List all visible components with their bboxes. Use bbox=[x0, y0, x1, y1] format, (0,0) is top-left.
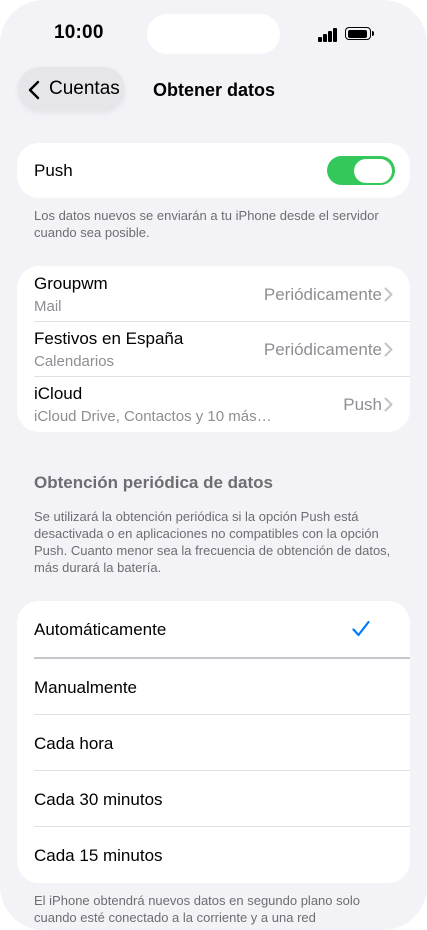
option-hourly[interactable]: Cada hora bbox=[17, 715, 410, 771]
account-fetch-value: Push bbox=[343, 395, 382, 414]
chevron-right-icon bbox=[384, 342, 393, 357]
option-manual[interactable]: Manualmente bbox=[17, 658, 410, 714]
back-button-label: Cuentas bbox=[49, 78, 120, 99]
account-row-festivos[interactable]: Festivos en España Calendarios Periódica… bbox=[17, 322, 410, 377]
chevron-right-icon bbox=[384, 287, 393, 302]
option-label: Cada hora bbox=[34, 734, 114, 753]
account-subtitle: iCloud Drive, Contactos y 10 más… bbox=[34, 408, 272, 425]
account-name: Festivos en España bbox=[34, 329, 184, 348]
phone-screen: 10:00 Cuentas Obtener datos Push Los dat… bbox=[0, 0, 427, 930]
option-30-min[interactable]: Cada 30 minutos bbox=[17, 771, 410, 827]
account-name: Groupwm bbox=[34, 274, 108, 293]
push-toggle[interactable] bbox=[327, 156, 395, 185]
push-footnote: Los datos nuevos se enviarán a tu iPhone… bbox=[34, 208, 379, 240]
section-header: Obtención periódica de datos bbox=[34, 473, 273, 492]
periodic-footer: El iPhone obtendrá nuevos datos en segun… bbox=[34, 893, 360, 925]
accounts-list: Groupwm Mail Periódicamente Festivos en … bbox=[17, 266, 410, 432]
battery-icon bbox=[345, 27, 377, 42]
signal-icon bbox=[318, 28, 340, 42]
account-subtitle: Mail bbox=[34, 298, 62, 315]
back-button[interactable]: Cuentas bbox=[18, 67, 125, 111]
checkmark-icon bbox=[352, 620, 370, 637]
account-name: iCloud bbox=[34, 384, 83, 403]
account-fetch-value: Periódicamente bbox=[263, 285, 382, 304]
option-label: Manualmente bbox=[34, 678, 138, 697]
option-label: Cada 15 minutos bbox=[34, 846, 163, 865]
chevron-left-icon bbox=[28, 80, 40, 100]
page-title: Obtener datos bbox=[153, 80, 276, 100]
option-label: Cada 30 minutos bbox=[34, 790, 163, 809]
account-subtitle: Calendarios bbox=[34, 353, 115, 370]
status-time: 10:00 bbox=[54, 22, 104, 43]
dynamic-island bbox=[147, 14, 280, 54]
option-15-min[interactable]: Cada 15 minutos bbox=[17, 827, 410, 883]
fetch-options-list: Automáticamente Manualmente Cada hora Ca… bbox=[17, 601, 410, 883]
option-label: Automáticamente bbox=[34, 620, 167, 639]
push-card: Push bbox=[17, 143, 410, 198]
account-row-icloud[interactable]: iCloud iCloud Drive, Contactos y 10 más…… bbox=[17, 377, 410, 432]
account-row-groupwm[interactable]: Groupwm Mail Periódicamente bbox=[17, 266, 410, 321]
periodic-description: Se utilizará la obtención periódica si l… bbox=[34, 509, 391, 575]
push-label: Push bbox=[34, 161, 73, 180]
account-fetch-value: Periódicamente bbox=[263, 340, 382, 359]
chevron-right-icon bbox=[384, 397, 393, 412]
